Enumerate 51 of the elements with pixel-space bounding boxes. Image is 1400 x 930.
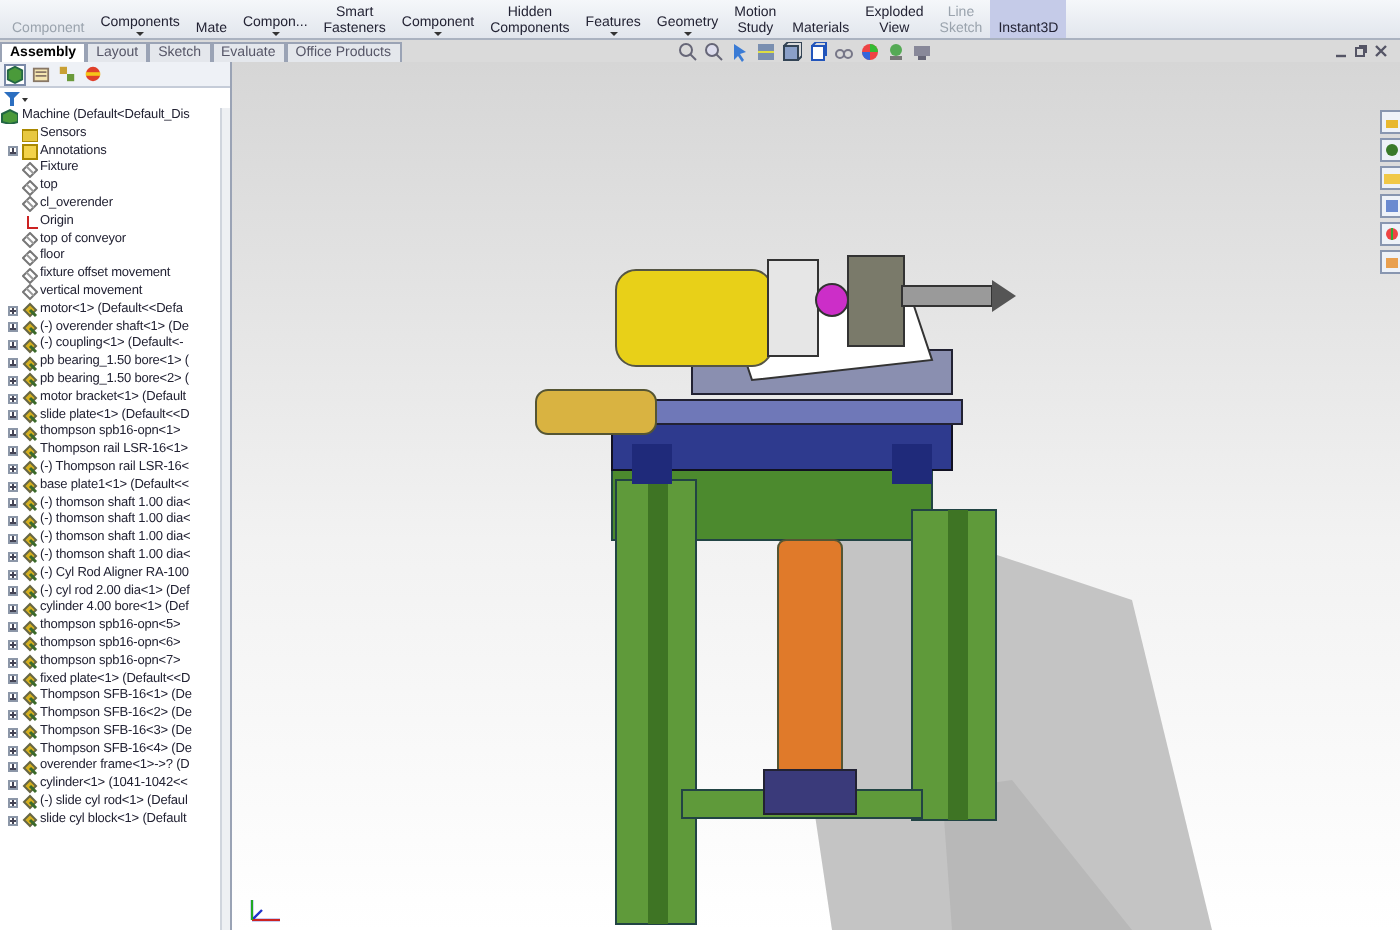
assembly-icon — [0, 108, 18, 125]
panel-tab[interactable] — [30, 63, 52, 85]
expand-icon[interactable] — [8, 569, 18, 580]
expand-icon[interactable] — [8, 780, 18, 791]
expand-icon[interactable] — [8, 551, 18, 562]
expand-icon[interactable] — [8, 604, 18, 615]
annotations-icon — [22, 143, 38, 160]
expand-icon[interactable] — [8, 340, 18, 351]
expand-icon[interactable] — [8, 446, 18, 457]
panel-tab[interactable] — [4, 63, 26, 85]
scrollbar[interactable] — [220, 108, 230, 930]
cube-icon[interactable] — [781, 41, 801, 61]
cube-icon[interactable] — [807, 41, 827, 61]
expand-icon[interactable] — [8, 745, 18, 756]
expand-icon[interactable] — [8, 762, 18, 773]
expand-icon[interactable] — [8, 622, 18, 632]
expand-icon[interactable] — [8, 375, 18, 386]
expand-icon[interactable] — [8, 692, 18, 703]
expand-icon[interactable] — [8, 727, 18, 738]
panel-tab[interactable] — [82, 63, 104, 85]
expand-icon[interactable] — [8, 639, 18, 650]
expand-icon[interactable] — [8, 481, 18, 492]
expand-icon[interactable] — [8, 815, 18, 826]
expand-icon[interactable] — [8, 498, 18, 509]
panel-tab[interactable] — [56, 63, 78, 85]
expand-icon[interactable] — [8, 428, 18, 439]
expand-icon[interactable] — [8, 534, 18, 545]
monitor-icon[interactable] — [911, 41, 931, 61]
folder-icon — [22, 126, 38, 143]
zoom-icon[interactable] — [677, 41, 697, 61]
task-pane-icon[interactable] — [1383, 226, 1399, 242]
expand-icon[interactable] — [8, 709, 18, 720]
filter-icon[interactable] — [4, 91, 28, 105]
expand-icon[interactable] — [8, 657, 18, 668]
expand-icon[interactable] — [8, 586, 18, 597]
cursor-icon[interactable] — [729, 41, 749, 61]
restore-icon[interactable] — [1354, 44, 1368, 58]
expand-icon[interactable] — [8, 463, 18, 474]
close-icon[interactable] — [1374, 44, 1388, 58]
expand-icon[interactable] — [8, 674, 18, 685]
origin-icon — [22, 214, 38, 231]
expand-icon[interactable] — [8, 393, 18, 404]
expand-icon[interactable] — [8, 410, 18, 421]
expand-icon[interactable] — [8, 305, 18, 316]
expand-icon[interactable] — [8, 797, 18, 808]
expand-icon[interactable] — [8, 358, 18, 369]
zoom-area-icon[interactable] — [703, 41, 723, 61]
expand-icon[interactable] — [8, 322, 18, 333]
expand-icon[interactable] — [8, 146, 18, 157]
sphere-icon[interactable] — [859, 41, 879, 61]
expand-icon[interactable] — [8, 516, 18, 527]
